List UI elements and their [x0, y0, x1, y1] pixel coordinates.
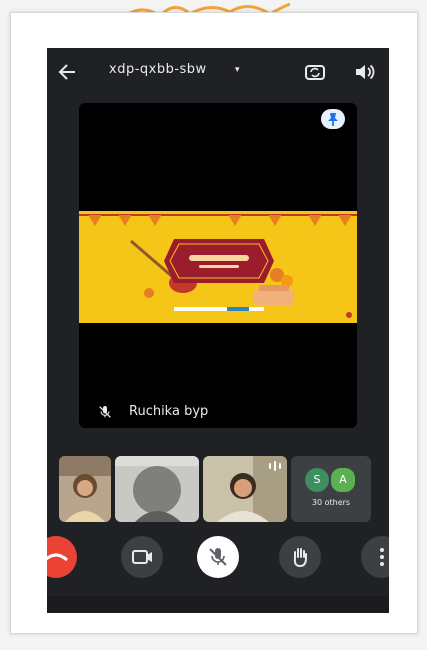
others-tile[interactable]: S A 30 others: [291, 456, 371, 522]
shared-screen-image: [79, 211, 357, 323]
end-call-button[interactable]: [47, 536, 77, 578]
presenter-name: Ruchika byp: [129, 404, 209, 419]
camera-switch-icon[interactable]: [303, 60, 327, 84]
meeting-code[interactable]: xdp-qxbb-sbw: [109, 62, 207, 77]
system-nav-bar: [47, 596, 389, 613]
presenter-video[interactable]: Ruchika byp: [79, 103, 357, 428]
phone-hang-up-icon: [47, 553, 69, 562]
more-options-button[interactable]: [361, 536, 389, 578]
audio-level-icon: [269, 461, 281, 471]
camera-button[interactable]: [121, 536, 163, 578]
others-count: 30 others: [311, 498, 351, 507]
participant-video: [59, 456, 111, 522]
camera-icon: [132, 550, 152, 564]
avatar: S: [305, 468, 329, 492]
speaker-icon[interactable]: [353, 60, 377, 84]
participant-tile[interactable]: [203, 456, 287, 522]
raise-hand-button[interactable]: [279, 536, 321, 578]
mic-button[interactable]: [197, 536, 239, 578]
more-vertical-icon: [380, 548, 384, 566]
participant-tile[interactable]: [59, 456, 111, 522]
pin-button[interactable]: [321, 109, 345, 129]
hand-icon: [293, 548, 307, 568]
avatar: A: [329, 466, 357, 494]
participant-tile[interactable]: [115, 456, 199, 522]
arrow-left-icon[interactable]: [55, 60, 79, 84]
call-controls: [47, 536, 389, 580]
meet-screen: xdp-qxbb-sbw ▾ Ruchika byp S A 30 others: [47, 48, 389, 613]
pin-icon: [328, 113, 338, 126]
mic-off-icon: [99, 406, 111, 418]
mic-off-icon: [209, 548, 227, 566]
chevron-down-icon[interactable]: ▾: [235, 65, 240, 75]
participant-strip: S A 30 others: [59, 456, 389, 522]
top-bar: xdp-qxbb-sbw ▾: [47, 48, 389, 96]
participant-video: [115, 456, 199, 522]
